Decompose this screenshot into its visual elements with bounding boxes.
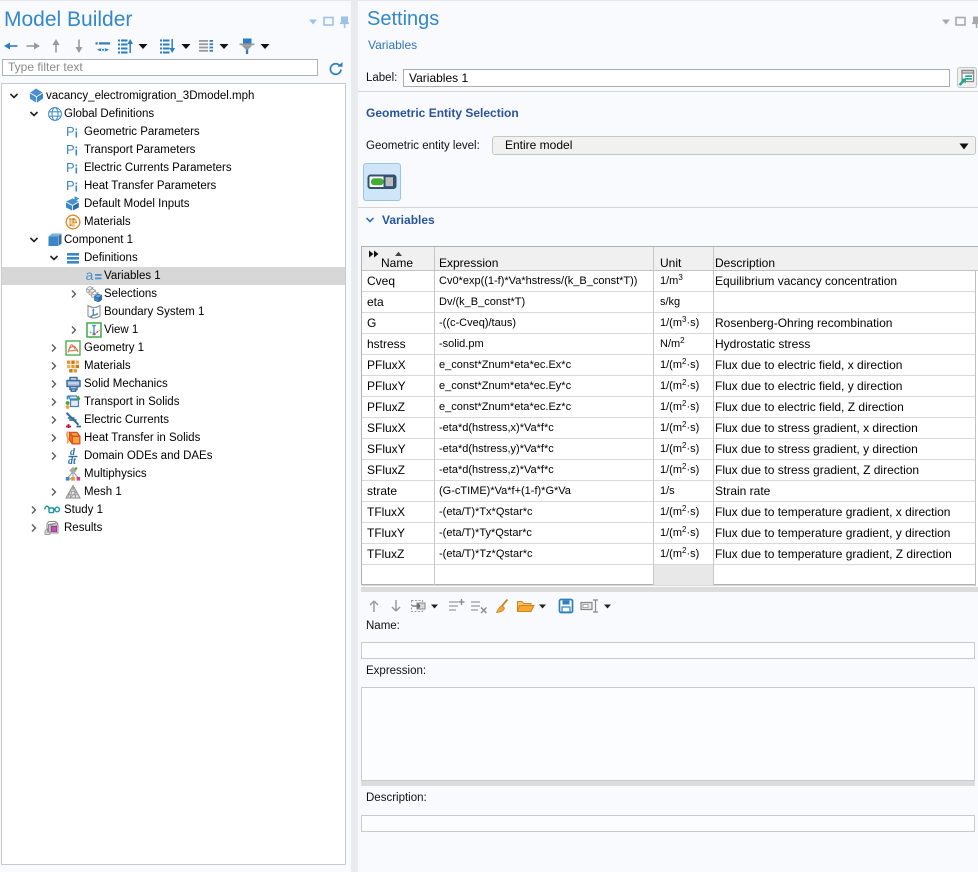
svg-text:P: P [66, 178, 75, 193]
svg-text:dt: dt [68, 456, 77, 464]
svg-text:P: P [66, 142, 75, 157]
svg-text:a: a [86, 268, 94, 283]
svg-text:P: P [66, 160, 75, 175]
svg-text:P: P [66, 124, 75, 139]
